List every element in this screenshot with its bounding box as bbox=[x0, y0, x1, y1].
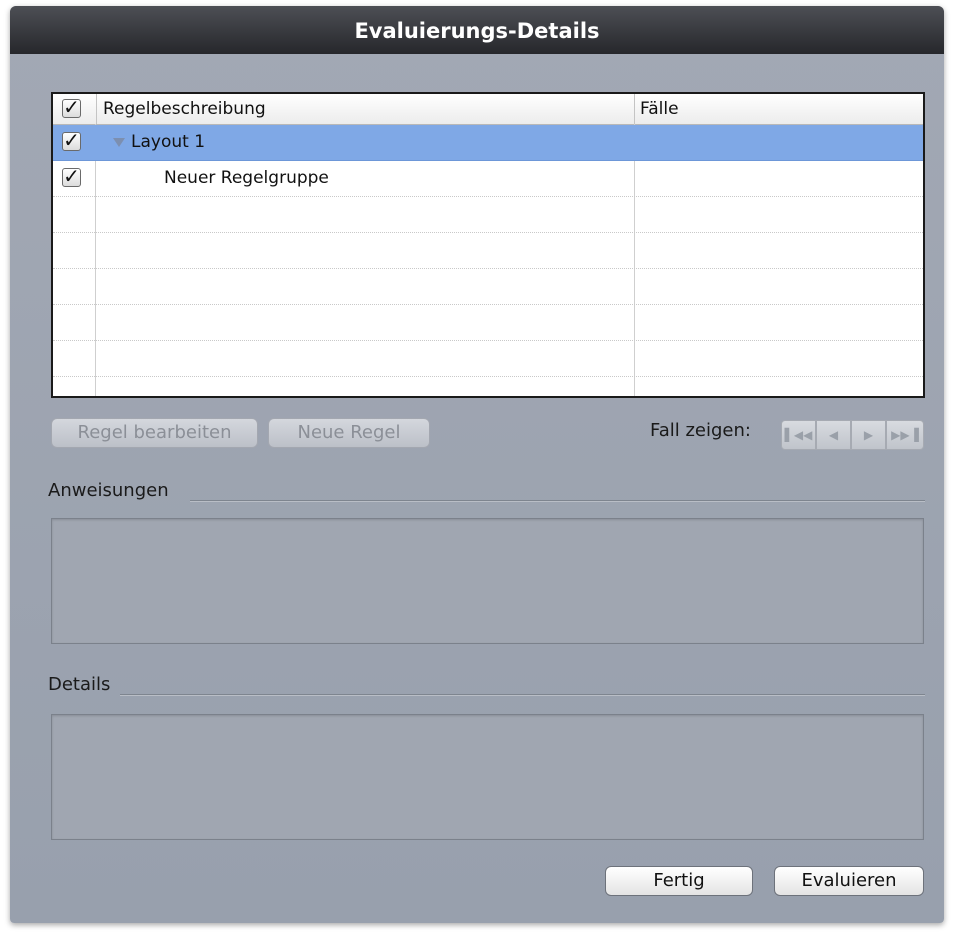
empty-row bbox=[53, 197, 923, 233]
done-button[interactable]: Fertig bbox=[605, 866, 753, 896]
empty-row bbox=[53, 341, 923, 377]
table-header: ✓ Regelbeschreibung Fälle bbox=[53, 94, 923, 125]
instructions-label: Anweisungen bbox=[48, 480, 169, 501]
dialog-title: Evaluierungs-Details bbox=[10, 6, 944, 54]
case-navigation: ▌◀◀ ◀ ▶ ▶▶▐ bbox=[781, 420, 924, 450]
section-divider bbox=[120, 694, 925, 695]
row-checkbox[interactable]: ✓ bbox=[62, 166, 81, 187]
rules-table[interactable]: ✓ Regelbeschreibung Fälle ✓ Layout 1 ✓ N… bbox=[51, 92, 925, 398]
section-divider bbox=[190, 500, 925, 501]
row-label: Layout 1 bbox=[131, 132, 206, 152]
empty-row bbox=[53, 269, 923, 305]
prev-icon[interactable]: ◀ bbox=[816, 420, 851, 450]
table-row[interactable]: ✓ Layout 1 bbox=[53, 125, 923, 161]
empty-row bbox=[53, 305, 923, 341]
details-box bbox=[51, 714, 924, 840]
header-check-column[interactable]: ✓ bbox=[53, 94, 95, 124]
row-description: Layout 1 bbox=[96, 125, 634, 160]
column-header-cases[interactable]: Fälle bbox=[634, 94, 923, 124]
row-description: Neuer Regelgruppe bbox=[96, 161, 634, 196]
row-check-cell: ✓ bbox=[53, 161, 95, 196]
next-icon[interactable]: ▶ bbox=[851, 420, 886, 450]
empty-row bbox=[53, 233, 923, 269]
last-icon[interactable]: ▶▶▐ bbox=[886, 420, 924, 450]
evaluation-details-dialog: Evaluierungs-Details ✓ Regelbeschreibung… bbox=[10, 6, 944, 923]
row-label: Neuer Regelgruppe bbox=[164, 168, 329, 188]
new-rule-button[interactable]: Neue Regel bbox=[268, 418, 430, 448]
details-label: Details bbox=[48, 674, 111, 695]
evaluate-button[interactable]: Evaluieren bbox=[774, 866, 924, 896]
column-header-description[interactable]: Regelbeschreibung bbox=[96, 94, 634, 124]
table-row[interactable]: ✓ Neuer Regelgruppe bbox=[53, 161, 923, 197]
row-check-cell: ✓ bbox=[53, 125, 95, 160]
select-all-checkbox[interactable]: ✓ bbox=[62, 97, 81, 118]
disclosure-triangle-icon[interactable] bbox=[113, 138, 125, 147]
first-icon[interactable]: ▌◀◀ bbox=[781, 420, 816, 450]
edit-rule-button[interactable]: Regel bearbeiten bbox=[51, 418, 258, 448]
instructions-box bbox=[51, 518, 924, 644]
row-checkbox[interactable]: ✓ bbox=[62, 130, 81, 151]
show-case-label: Fall zeigen: bbox=[650, 420, 751, 441]
